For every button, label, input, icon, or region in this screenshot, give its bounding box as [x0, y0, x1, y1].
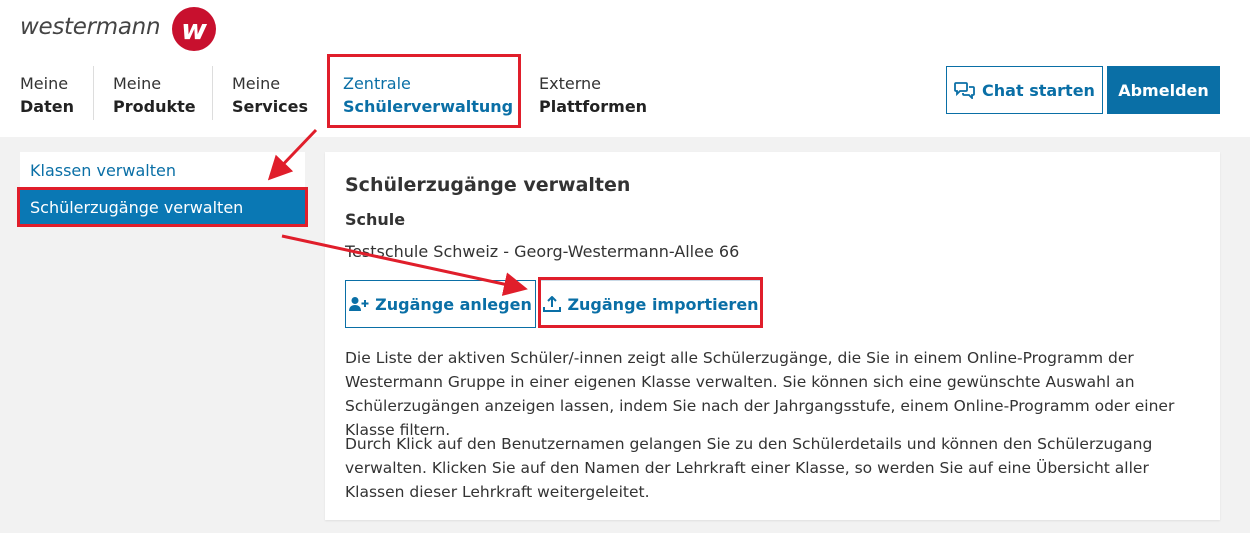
sidebar-item-klassen-verwalten[interactable]: Klassen verwalten: [20, 152, 305, 189]
create-accounts-label: Zugänge anlegen: [375, 294, 532, 314]
create-accounts-button[interactable]: Zugänge anlegen: [345, 280, 536, 328]
page-title: Schülerzugänge verwalten: [345, 174, 631, 196]
nav-label-line1: Meine: [20, 74, 69, 93]
description-paragraph-1: Die Liste der aktiven Schüler/-innen zei…: [345, 349, 1175, 439]
nav-label-line1: Externe: [539, 74, 601, 93]
sidebar-item-schuelerzugaenge-verwalten[interactable]: Schülerzugänge verwalten: [20, 189, 305, 226]
nav-label-line2: Plattformen: [539, 97, 648, 116]
nav-label-line2: Daten: [20, 97, 74, 116]
nav-meine-services[interactable]: Meine Services: [232, 72, 308, 122]
nav-label-line2: Services: [232, 97, 309, 116]
main-card: Schülerzugänge verwalten Schule Testschu…: [325, 152, 1220, 520]
nav-label-line1: Zentrale: [343, 74, 411, 93]
upload-icon: [543, 296, 562, 312]
nav-zentrale-schuelerverwaltung[interactable]: Zentrale Schülerverwaltung: [343, 72, 513, 122]
sidebar: Klassen verwalten Schülerzugänge verwalt…: [20, 152, 305, 227]
nav-divider: [93, 66, 94, 120]
import-accounts-label: Zugänge importieren: [567, 294, 759, 314]
header: westermann w Meine Daten Meine Produkte …: [0, 0, 1250, 137]
chat-start-button[interactable]: Chat starten: [946, 66, 1103, 114]
nav-externe-plattformen[interactable]: Externe Plattformen: [539, 72, 647, 122]
description-paragraph-2: Durch Klick auf den Benutzernamen gelang…: [345, 435, 1153, 501]
nav-label-line2: Produkte: [113, 97, 196, 116]
chat-bubbles-icon: [954, 82, 975, 99]
logout-button[interactable]: Abmelden: [1107, 66, 1220, 114]
user-plus-icon: [349, 297, 369, 311]
nav-meine-produkte[interactable]: Meine Produkte: [113, 72, 196, 122]
brand-logo-text[interactable]: westermann: [20, 14, 161, 40]
nav-label-line2: Schülerverwaltung: [343, 97, 514, 116]
chat-start-label: Chat starten: [982, 80, 1095, 100]
nav-label-line1: Meine: [232, 74, 281, 93]
nav-meine-daten[interactable]: Meine Daten: [20, 72, 74, 122]
nav-divider: [212, 66, 213, 120]
brand-logo-badge[interactable]: w: [172, 7, 216, 51]
school-label: Schule: [345, 210, 406, 229]
school-value: Testschule Schweiz - Georg-Westermann-Al…: [345, 242, 740, 261]
import-accounts-button[interactable]: Zugänge importieren: [540, 280, 762, 328]
nav-label-line1: Meine: [113, 74, 162, 93]
